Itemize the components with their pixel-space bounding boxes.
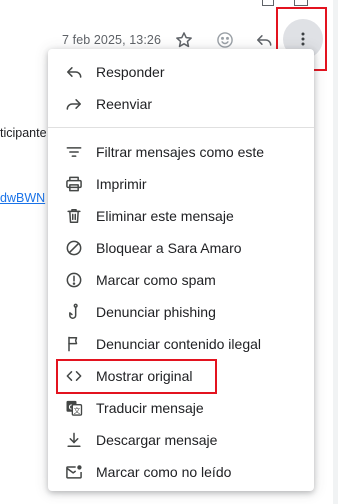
menu-item-label: Filtrar mensajes como este — [96, 144, 265, 160]
menu-item-label: Responder — [96, 64, 165, 80]
flag-icon — [64, 334, 84, 354]
trash-icon — [64, 206, 84, 226]
menu-item-label: Denunciar contenido ilegal — [96, 336, 261, 352]
menu-item-label: Descargar mensaje — [96, 432, 218, 448]
menu-item-label: Imprimir — [96, 176, 147, 192]
more-options-menu: Responder Reenviar Filtrar mensajes como… — [48, 49, 314, 491]
menu-item-label: Marcar como spam — [96, 272, 216, 288]
toolbar-icon-cut[interactable] — [262, 0, 274, 6]
menu-item-download[interactable]: Descargar mensaje — [48, 424, 314, 456]
menu-item-report-illegal[interactable]: Denunciar contenido ilegal — [48, 328, 314, 360]
menu-item-translate[interactable]: G 文 Traducir mensaje — [48, 392, 314, 424]
menu-item-show-original[interactable]: Mostrar original — [48, 359, 314, 394]
menu-item-print[interactable]: Imprimir — [48, 168, 314, 200]
menu-item-label: Bloquear a Sara Amaro — [96, 240, 242, 256]
menu-item-label: Traducir mensaje — [96, 400, 204, 416]
menu-item-label: Reenviar — [96, 96, 153, 112]
menu-item-block[interactable]: Bloquear a Sara Amaro — [48, 232, 314, 264]
participants-text: ticipante — [0, 126, 47, 140]
phishing-hook-icon — [64, 302, 84, 322]
spam-icon — [64, 270, 84, 290]
scrollbar[interactable] — [333, 0, 338, 504]
menu-item-spam[interactable]: Marcar como spam — [48, 264, 314, 296]
translate-icon: G 文 — [64, 398, 84, 418]
menu-item-mark-unread[interactable]: Marcar como no leído — [48, 456, 314, 488]
menu-item-reply[interactable]: Responder — [48, 56, 314, 88]
download-icon — [64, 430, 84, 450]
toolbar-icon-cut[interactable] — [294, 0, 308, 6]
menu-item-delete[interactable]: Eliminar este mensaje — [48, 200, 314, 232]
menu-item-label: Denunciar phishing — [96, 304, 216, 320]
menu-item-filter[interactable]: Filtrar mensajes como este — [48, 136, 314, 168]
print-icon — [64, 174, 84, 194]
forward-icon — [64, 94, 84, 114]
message-link[interactable]: dwBWN — [0, 191, 45, 205]
code-icon — [64, 366, 84, 386]
menu-item-label: Mostrar original — [96, 368, 193, 384]
menu-item-label: Eliminar este mensaje — [96, 208, 234, 224]
message-date: 7 feb 2025, 13:26 — [62, 33, 162, 47]
reply-icon — [64, 62, 84, 82]
mark-unread-icon — [64, 462, 84, 482]
block-icon — [64, 238, 84, 258]
menu-item-phishing[interactable]: Denunciar phishing — [48, 296, 314, 328]
menu-item-forward[interactable]: Reenviar — [48, 88, 314, 120]
menu-item-label: Marcar como no leído — [96, 464, 232, 480]
svg-text:文: 文 — [74, 406, 81, 415]
filter-icon — [64, 142, 84, 162]
menu-divider — [48, 127, 314, 128]
